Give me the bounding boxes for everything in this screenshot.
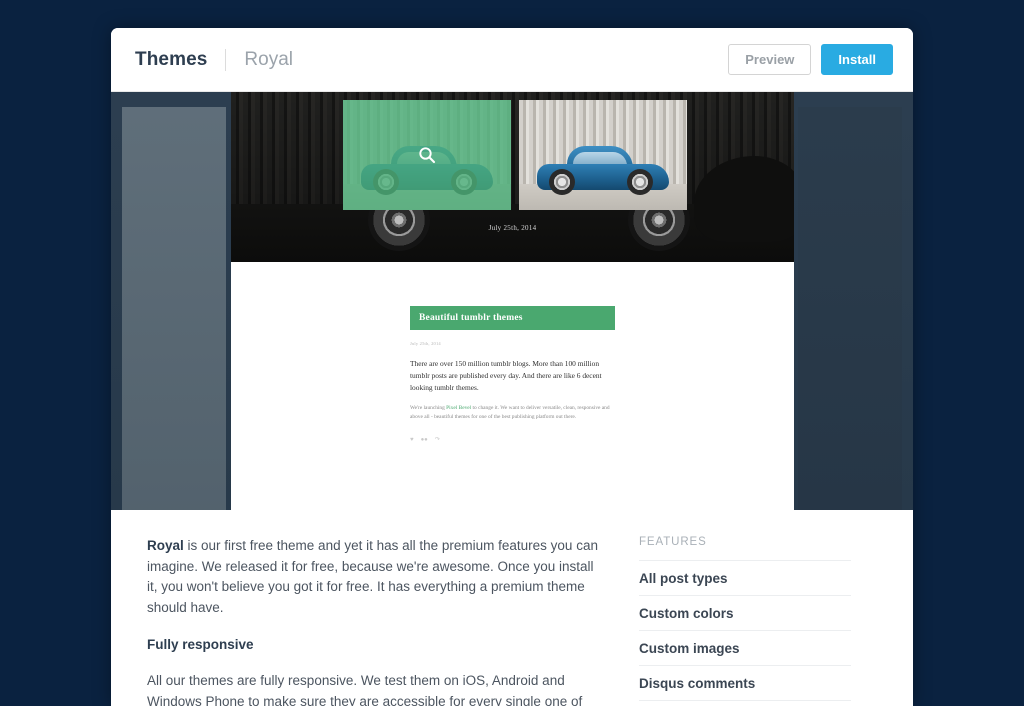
page-title: Themes — [135, 48, 208, 70]
theme-description: Royal is our first free theme and yet it… — [147, 536, 603, 706]
feature-item-0[interactable]: All post types — [639, 560, 851, 595]
preview-button[interactable]: Preview — [728, 44, 812, 75]
post-body-paragraph: We're launching Pixel Bevel to change it… — [410, 404, 615, 423]
stage-left-panel — [122, 107, 226, 510]
description-paragraph-2: All our themes are fully responsive. We … — [147, 673, 583, 706]
photo-thumb-hovered[interactable] — [343, 100, 511, 210]
post-date: July 25th, 2014 — [410, 341, 441, 346]
header-actions: Preview Install — [728, 44, 893, 75]
theme-name-label: Royal — [244, 48, 293, 70]
car-wheel-rear — [627, 169, 653, 195]
theme-detail-card: Themes Royal Preview Install July 25th, … — [111, 28, 913, 706]
post-body-before-link: We're launching — [410, 404, 447, 411]
app-root: Themes Royal Preview Install July 25th, … — [0, 0, 1024, 706]
photo-thumb[interactable] — [519, 100, 687, 210]
car-wheel-front — [549, 169, 575, 195]
description-paragraph-1: Royal is our first free theme and yet it… — [147, 536, 603, 618]
feature-item-3[interactable]: Disqus comments — [639, 665, 851, 700]
pixel-bevel-link[interactable]: Pixel Bevel — [446, 405, 471, 411]
heart-icon[interactable]: ♥ — [410, 437, 414, 443]
car-graphic — [537, 142, 669, 195]
theme-post-area: Beautiful tumblr themes July 25th, 2014 … — [231, 262, 794, 510]
description-heading-1: Fully responsive — [147, 637, 254, 653]
description-paragraph-1-text: is our first free theme and yet it has a… — [147, 538, 598, 615]
features-list: FEATURES All post types Custom colors Cu… — [639, 536, 851, 706]
install-button[interactable]: Install — [821, 44, 893, 75]
search-icon — [416, 144, 438, 166]
theme-details-section: Royal is our first free theme and yet it… — [111, 510, 913, 706]
stage-right-panel — [798, 107, 902, 510]
theme-preview-stage: July 25th, 2014 Beautiful tumblr themes … — [111, 92, 913, 510]
post-title: Beautiful tumblr themes — [410, 306, 615, 330]
theme-preview-frame[interactable]: July 25th, 2014 Beautiful tumblr themes … — [231, 92, 794, 510]
post-meta-row: ♥ ●● ↷ — [410, 437, 615, 443]
blog-post: Beautiful tumblr themes July 25th, 2014 … — [410, 306, 615, 443]
features-heading: FEATURES — [639, 536, 707, 548]
reblog-icon[interactable]: ↷ — [435, 437, 440, 443]
feature-item-4[interactable]: High res — [639, 700, 851, 706]
feature-item-1[interactable]: Custom colors — [639, 595, 851, 630]
theme-hero-image: July 25th, 2014 — [231, 92, 794, 262]
header-divider — [225, 48, 227, 71]
notes-icon[interactable]: ●● — [421, 437, 428, 443]
hero-date-label: July 25th, 2014 — [488, 224, 537, 232]
page-header: Themes Royal Preview Install — [111, 28, 913, 92]
feature-item-2[interactable]: Custom images — [639, 630, 851, 665]
post-lead-paragraph: There are over 150 million tumblr blogs.… — [410, 359, 602, 392]
theme-name-bold: Royal — [147, 538, 184, 553]
